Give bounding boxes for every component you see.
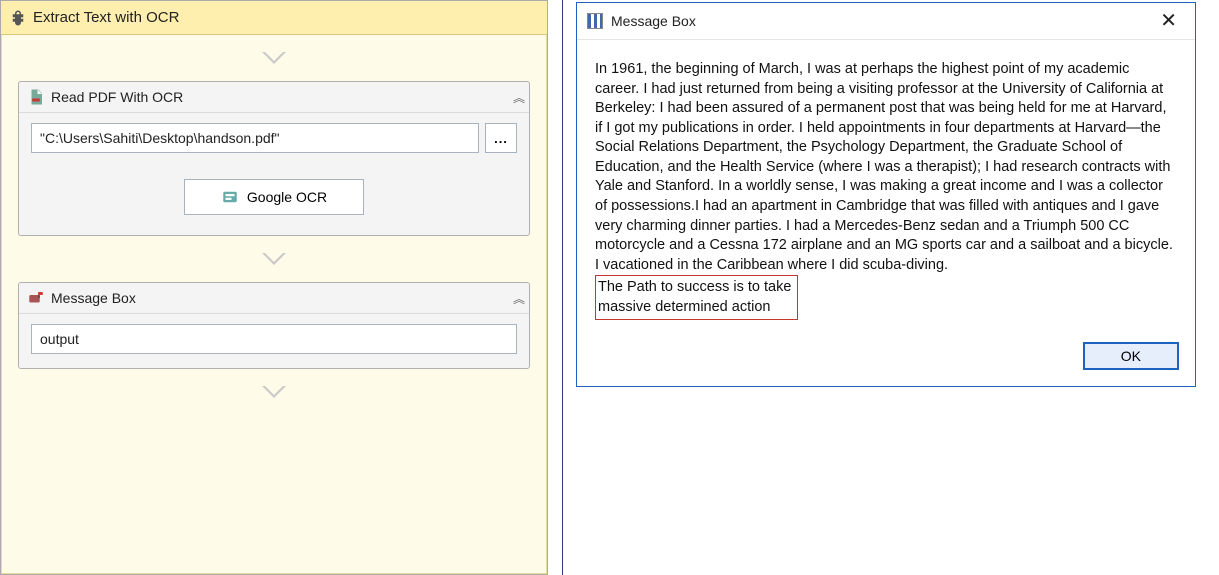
ocr-engine-icon bbox=[221, 188, 239, 206]
sequence-body: Read PDF With OCR ︽ "C:\Users\Sahiti\Des… bbox=[1, 35, 547, 574]
sequence-header[interactable]: Extract Text with OCR bbox=[1, 1, 547, 35]
activity-header-message-box[interactable]: Message Box ︽ bbox=[19, 283, 529, 314]
right-pane: Message Box ✕ In 1961, the beginning of … bbox=[576, 0, 1219, 575]
app-icon bbox=[587, 13, 603, 29]
drop-arrow-top[interactable] bbox=[18, 35, 530, 81]
drop-arrow-mid[interactable] bbox=[18, 236, 530, 282]
message-box-dialog: Message Box ✕ In 1961, the beginning of … bbox=[576, 2, 1196, 387]
sequence-icon bbox=[9, 9, 27, 27]
sequence-title: Extract Text with OCR bbox=[33, 9, 179, 26]
dialog-title: Message Box bbox=[611, 13, 1152, 29]
activity-header-read-pdf[interactable]: Read PDF With OCR ︽ bbox=[19, 82, 529, 113]
drop-arrow-bottom[interactable] bbox=[18, 369, 530, 415]
pane-divider bbox=[548, 0, 576, 575]
mailbox-icon bbox=[27, 289, 45, 307]
dialog-footer: OK bbox=[577, 330, 1195, 386]
activity-title: Read PDF With OCR bbox=[51, 89, 513, 105]
activity-title: Message Box bbox=[51, 290, 513, 306]
pdf-icon bbox=[27, 88, 45, 106]
dialog-body-text: In 1961, the beginning of March, I was a… bbox=[595, 60, 1177, 275]
chevron-down-icon bbox=[262, 52, 286, 64]
highlight-line-1: The Path to success is to take bbox=[598, 278, 791, 298]
activity-read-pdf-with-ocr[interactable]: Read PDF With OCR ︽ "C:\Users\Sahiti\Des… bbox=[18, 81, 530, 236]
activity-message-box[interactable]: Message Box ︽ output bbox=[18, 282, 530, 369]
collapse-icon[interactable]: ︽ bbox=[513, 89, 521, 106]
message-content-input[interactable]: output bbox=[31, 324, 517, 354]
close-button[interactable]: ✕ bbox=[1152, 11, 1185, 31]
chevron-down-icon bbox=[262, 386, 286, 398]
sequence-activity-container: Extract Text with OCR Read PDF With OCR … bbox=[0, 0, 548, 575]
ok-button[interactable]: OK bbox=[1083, 342, 1179, 370]
ocr-engine-label: Google OCR bbox=[247, 189, 327, 205]
collapse-icon[interactable]: ︽ bbox=[513, 290, 521, 307]
ocr-engine-button[interactable]: Google OCR bbox=[184, 179, 364, 215]
highlighted-text: The Path to success is to take massive d… bbox=[595, 275, 798, 320]
browse-button[interactable]: ... bbox=[485, 123, 517, 153]
dialog-body: In 1961, the beginning of March, I was a… bbox=[577, 40, 1195, 330]
dialog-titlebar[interactable]: Message Box ✕ bbox=[577, 3, 1195, 40]
activity-body-message-box: output bbox=[19, 314, 529, 368]
chevron-down-icon bbox=[262, 253, 286, 265]
activity-body-read-pdf: "C:\Users\Sahiti\Desktop\handson.pdf" ..… bbox=[19, 113, 529, 235]
highlight-line-2: massive determined action bbox=[598, 298, 791, 318]
pdf-path-input[interactable]: "C:\Users\Sahiti\Desktop\handson.pdf" bbox=[31, 123, 479, 153]
